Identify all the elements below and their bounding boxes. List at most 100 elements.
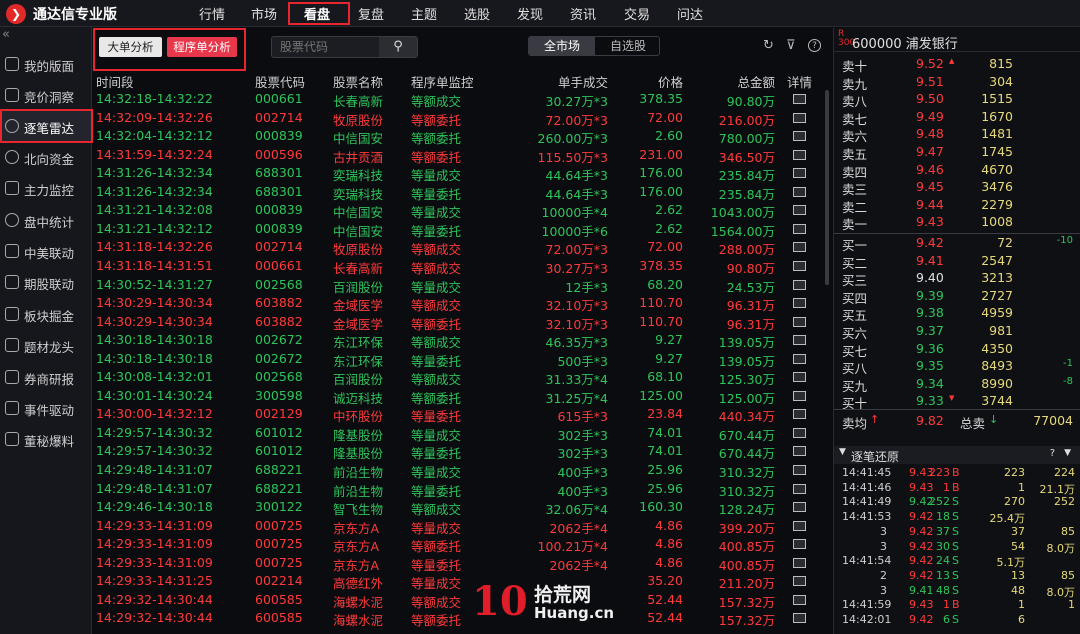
sidebar-item-bid[interactable]: 竞价洞察 [0,80,92,111]
help-icon[interactable]: ? [808,39,821,52]
sidebar-item-sector[interactable]: 板块掘金 [0,299,92,330]
table-scrollbar[interactable] [825,90,829,285]
bid-level[interactable]: 买三 9.40 3213 [834,269,1080,288]
detail-icon[interactable] [793,94,806,104]
table-row[interactable]: 14:29:33-14:31:09 000725 京东方A 等量成交 2062手*4 4.… [93,517,831,536]
table-row[interactable]: 14:30:08-14:32:01 002568 百润股份 等额成交 31.33万*4 6… [93,368,831,387]
table-row[interactable]: 14:30:01-14:30:24 300598 诚迈科技 等额委托 31.25万*4 1… [93,387,831,406]
bid-level[interactable]: 买八 9.35 8493 -1 [834,357,1080,376]
detail-icon[interactable] [793,539,806,550]
ask-level[interactable]: 卖三 9.45 3476 [834,178,1080,197]
detail-icon[interactable] [793,372,806,383]
detail-icon[interactable] [793,316,806,327]
nav-fupan[interactable]: 复盘 [358,4,384,23]
sidebar-item-theme[interactable]: 题材龙头 [0,330,92,361]
header-amount[interactable]: 总金额 [737,72,775,91]
detail-icon[interactable] [793,260,806,271]
table-row[interactable]: 14:31:26-14:32:34 688301 奕瑞科技 等量成交 44.64手*3 1… [93,164,831,183]
detail-icon[interactable] [793,576,806,587]
table-row[interactable]: 14:31:21-14:32:12 000839 中信国安 等量委托 10000手*6 2… [93,220,831,239]
bid-level[interactable]: 买五 9.38 4959 [834,304,1080,323]
stock-code-input[interactable] [272,37,382,57]
table-row[interactable]: 14:30:18-14:30:18 002672 东江环保 等量委托 500手*3 9.2… [93,350,831,369]
detail-icon[interactable] [793,483,806,494]
table-row[interactable]: 14:29:48-14:31:07 688221 前沿生物 等量委托 400手*3 25.… [93,480,831,499]
bid-level[interactable]: 买十 9.33 3744 ▼ [834,392,1080,411]
sidebar-item-monitor[interactable]: 主力监控 [0,173,92,204]
ask-level[interactable]: 卖十 9.52 815 ▲ [834,55,1080,74]
nav-faxian[interactable]: 发现 [517,4,543,23]
detail-icon[interactable] [793,520,806,531]
bid-level[interactable]: 买九 9.34 8990 -8 [834,375,1080,394]
header-name[interactable]: 股票名称 [333,72,383,91]
filter-icon[interactable]: ⊽ [786,38,796,53]
detail-icon[interactable] [793,223,806,234]
detail-icon[interactable] [793,186,806,197]
header-code[interactable]: 股票代码 [255,72,305,91]
table-row[interactable]: 14:29:57-14:30:32 601012 隆基股份 等量委托 302手*3 74.… [93,442,831,461]
detail-icon[interactable] [793,205,806,216]
header-price[interactable]: 价格 [658,72,683,91]
sidebar-item-report[interactable]: 券商研报 [0,362,92,393]
detail-icon[interactable] [793,557,806,568]
table-row[interactable]: 14:31:21-14:32:08 000839 中信国安 等量成交 10000手*4 2… [93,201,831,220]
detail-icon[interactable] [793,298,806,309]
help-icon[interactable]: ? [1050,448,1055,459]
detail-icon[interactable] [793,242,806,253]
collapse-sidebar-button[interactable]: « [2,27,10,42]
detail-icon[interactable] [793,353,806,364]
table-row[interactable]: 14:29:57-14:30:32 601012 隆基股份 等量成交 302手*3 74.… [93,424,831,443]
header-volume[interactable]: 单手成交 [558,72,608,91]
detail-icon[interactable] [793,149,806,160]
table-row[interactable]: 14:31:18-14:31:51 000661 长春高新 等额成交 30.27万*3 3… [93,257,831,276]
table-row[interactable]: 14:31:26-14:32:34 688301 奕瑞科技 等量委托 44.64手*3 1… [93,183,831,202]
detail-icon[interactable] [793,131,806,142]
table-row[interactable]: 14:30:29-14:30:34 603882 金域医学 等额委托 32.10万*3 1… [93,313,831,332]
detail-icon[interactable] [793,446,806,457]
table-row[interactable]: 14:29:33-14:31:25 002214 高德红外 等量成交 35.20 211.… [93,572,831,591]
ask-level[interactable]: 卖五 9.47 1745 [834,143,1080,162]
sidebar-item-stats[interactable]: 盘中统计 [0,205,92,236]
search-icon[interactable]: ⚲ [379,37,417,57]
ask-level[interactable]: 卖九 9.51 304 [834,73,1080,92]
nav-jiaoyi[interactable]: 交易 [624,4,650,23]
table-row[interactable]: 14:29:32-14:30:44 600585 海螺水泥 等额成交 52.44 157.… [93,591,831,610]
table-row[interactable]: 14:29:32-14:30:44 600585 海螺水泥 等额委托 52.44 157.… [93,609,831,628]
bid-level[interactable]: 买一 9.42 72 -10 [834,234,1080,253]
sidebar-item-event[interactable]: 事件驱动 [0,393,92,424]
nav-wenda[interactable]: 问达 [677,4,703,23]
header-time[interactable]: 时间段 [96,72,134,91]
detail-icon[interactable] [793,427,806,438]
bid-level[interactable]: 买六 9.37 981 [834,322,1080,341]
ask-level[interactable]: 卖八 9.50 1515 [834,90,1080,109]
detail-icon[interactable] [793,168,806,179]
table-row[interactable]: 14:30:18-14:30:18 002672 东江环保 等额成交 46.35万*3 9… [93,331,831,350]
detail-icon[interactable] [793,465,806,475]
bid-level[interactable]: 买七 9.36 4350 [834,340,1080,359]
sidebar-item-north[interactable]: 北向资金 [0,142,92,173]
nav-zixun[interactable]: 资讯 [570,4,596,23]
table-row[interactable]: 14:30:00-14:32:12 002129 中环股份 等量委托 615手*3 23.… [93,405,831,424]
nav-hangqing[interactable]: 行情 [199,4,225,23]
table-row[interactable]: 14:32:09-14:32:26 002714 牧原股份 等额委托 72.00万*3 7… [93,109,831,128]
sidebar-item-layout[interactable]: 我的版面 [0,49,92,80]
tab-watchlist[interactable]: 自选股 [595,37,659,55]
nav-shichang[interactable]: 市场 [251,4,277,23]
detail-icon[interactable] [793,594,806,605]
detail-icon[interactable] [793,279,806,290]
table-row[interactable]: 14:31:18-14:32:26 002714 牧原股份 等额成交 72.00万*3 7… [93,238,831,257]
sidebar-item-news[interactable]: 董秘爆料 [0,424,92,455]
table-row[interactable]: 14:29:33-14:31:09 000725 京东方A 等额委托 100.21万*4… [93,535,831,554]
nav-xuangu[interactable]: 选股 [464,4,490,23]
table-row[interactable]: 14:32:18-14:32:22 000661 长春高新 等额成交 30.27万*3 3… [93,90,831,109]
detail-icon[interactable] [793,112,806,123]
dropdown-icon[interactable]: ▼ [1064,448,1071,458]
table-row[interactable]: 14:29:48-14:31:07 688221 前沿生物 等量成交 400手*3 25.… [93,461,831,480]
ask-level[interactable]: 卖四 9.46 4670 [834,161,1080,180]
nav-zhuti[interactable]: 主题 [411,4,437,23]
ask-level[interactable]: 卖二 9.44 2279 [834,196,1080,215]
detail-icon[interactable] [793,335,806,346]
sidebar-item-cn-us[interactable]: 中美联动 [0,236,92,267]
table-row[interactable]: 14:32:04-14:32:12 000839 中信国安 等额委托 260.00万*3… [93,127,831,146]
detail-icon[interactable] [793,613,806,624]
